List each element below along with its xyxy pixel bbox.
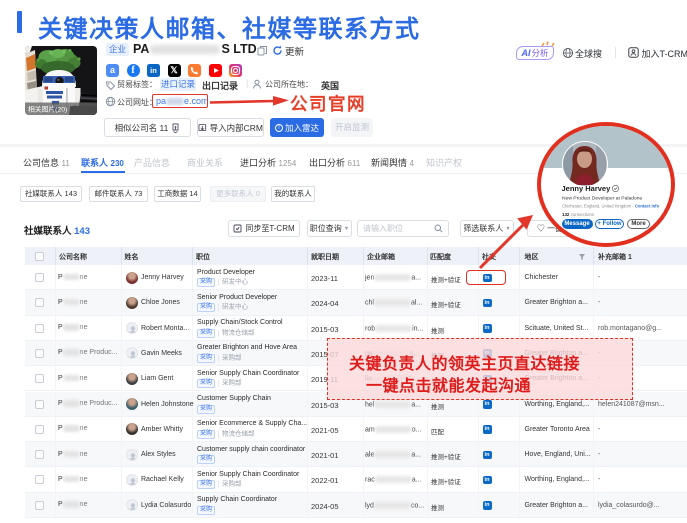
svg-text:相关图片(20): 相关图片(20) [28, 105, 67, 114]
